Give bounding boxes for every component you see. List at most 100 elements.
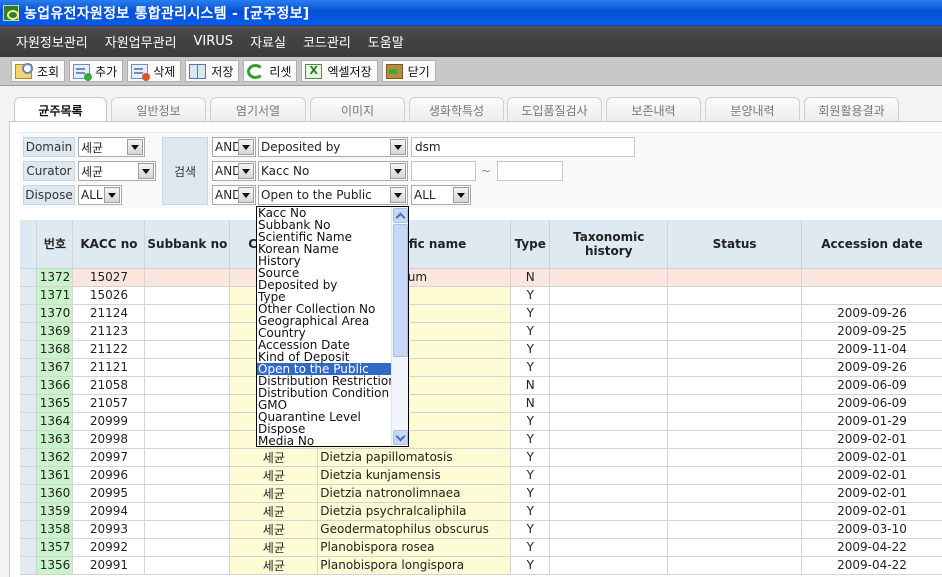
- status-cell[interactable]: [667, 286, 803, 305]
- status-cell[interactable]: [667, 412, 803, 431]
- row-number[interactable]: 1360: [36, 484, 74, 503]
- kacc-no-cell[interactable]: 20993: [72, 520, 146, 539]
- accession-date-cell[interactable]: 2009-04-22: [801, 556, 942, 575]
- scientific-name-cell[interactable]: Planobispora longispora: [317, 556, 512, 575]
- type-cell[interactable]: Y: [510, 286, 551, 305]
- taxonomic-history-cell[interactable]: [549, 358, 669, 377]
- row-header[interactable]: [20, 322, 38, 341]
- subbank-no-cell[interactable]: [144, 430, 231, 449]
- tab-member-usage[interactable]: 회원활용결과: [804, 97, 899, 122]
- subbank-no-cell[interactable]: [144, 556, 231, 575]
- chevron-down-icon[interactable]: [390, 139, 406, 155]
- chevron-down-icon[interactable]: [238, 187, 254, 203]
- accession-date-cell[interactable]: 2009-09-26: [801, 358, 942, 377]
- field-dropdown-list[interactable]: Kacc No Subbank No Scientific Name Korean N…: [256, 206, 409, 447]
- subbank-no-cell[interactable]: [144, 376, 231, 395]
- column-header[interactable]: Accession date: [801, 220, 942, 269]
- kacc-no-cell[interactable]: 20991: [72, 556, 146, 575]
- menu-library[interactable]: 자료실: [250, 32, 286, 51]
- type-cell[interactable]: Y: [510, 556, 551, 575]
- search-value-input-1[interactable]: dsm: [411, 137, 635, 157]
- search-button[interactable]: 조회: [11, 60, 66, 82]
- row-number[interactable]: 1364: [36, 412, 74, 431]
- excel-export-button[interactable]: 엑셀저장: [301, 60, 378, 82]
- table-row[interactable]: 136621058...sp.N2009-06-09: [20, 376, 942, 395]
- table-row[interactable]: 137021124...hironomiY2009-09-26: [20, 304, 942, 323]
- taxonomic-history-cell[interactable]: [549, 394, 669, 413]
- row-header[interactable]: [20, 466, 38, 485]
- kacc-no-cell[interactable]: 21057: [72, 394, 146, 413]
- row-number[interactable]: 1359: [36, 502, 74, 521]
- subbank-no-cell[interactable]: [144, 394, 231, 413]
- curator-cell[interactable]: 세균: [229, 520, 319, 539]
- status-cell[interactable]: [667, 520, 803, 539]
- type-cell[interactable]: Y: [510, 466, 551, 485]
- subbank-no-cell[interactable]: [144, 358, 231, 377]
- column-header[interactable]: Status: [667, 220, 803, 269]
- status-cell[interactable]: [667, 484, 803, 503]
- scroll-thumb[interactable]: [393, 224, 408, 357]
- chevron-down-icon[interactable]: [127, 139, 143, 155]
- scientific-name-cell[interactable]: Dietzia natronolimnaea: [317, 484, 512, 503]
- table-row[interactable]: 136420999...phylliY2009-01-29: [20, 412, 942, 431]
- type-cell[interactable]: Y: [510, 502, 551, 521]
- curator-cell[interactable]: 세균: [229, 484, 319, 503]
- subbank-no-cell[interactable]: [144, 538, 231, 557]
- row-number[interactable]: 1370: [36, 304, 74, 323]
- status-cell[interactable]: [667, 358, 803, 377]
- taxonomic-history-cell[interactable]: [549, 286, 669, 305]
- type-cell[interactable]: Y: [510, 448, 551, 467]
- curator-select[interactable]: 세균: [78, 161, 156, 181]
- chevron-down-icon[interactable]: [390, 163, 406, 179]
- table-row[interactable]: 136921123...rdusY2009-09-25: [20, 322, 942, 341]
- row-number[interactable]: 1363: [36, 430, 74, 449]
- table-row[interactable]: 1361 20996 세균 Dietzia kunjamensis Y 2009-02-0…: [20, 466, 942, 485]
- delete-button[interactable]: 삭제: [127, 60, 182, 82]
- tab-preservation-history[interactable]: 보존내력: [606, 97, 701, 122]
- table-row[interactable]: 136721121...otipulaeY2009-09-26: [20, 358, 942, 377]
- type-cell[interactable]: Y: [510, 484, 551, 503]
- status-cell[interactable]: [667, 340, 803, 359]
- type-cell[interactable]: Y: [510, 430, 551, 449]
- table-row[interactable]: 1362 20997 세균 Dietzia papillomatosis Y 2009-0…: [20, 448, 942, 467]
- status-cell[interactable]: [667, 376, 803, 395]
- subbank-no-cell[interactable]: [144, 268, 231, 287]
- row-header[interactable]: [20, 430, 38, 449]
- accession-date-cell[interactable]: 2009-03-10: [801, 520, 942, 539]
- accession-date-cell[interactable]: 2009-02-01: [801, 484, 942, 503]
- chevron-down-icon[interactable]: [390, 187, 406, 203]
- accession-date-cell[interactable]: 2009-04-22: [801, 538, 942, 557]
- taxonomic-history-cell[interactable]: [549, 340, 669, 359]
- tab-general-info[interactable]: 일반정보: [111, 97, 206, 122]
- row-header[interactable]: [20, 340, 38, 359]
- row-number[interactable]: 1356: [36, 556, 74, 575]
- dispose-select[interactable]: ALL: [78, 185, 122, 205]
- status-cell[interactable]: [667, 430, 803, 449]
- type-cell[interactable]: N: [510, 394, 551, 413]
- kacc-no-cell[interactable]: 15026: [72, 286, 146, 305]
- kacc-no-cell[interactable]: 21058: [72, 376, 146, 395]
- scientific-name-cell[interactable]: Dietzia psychralcaliphila: [317, 502, 512, 521]
- type-cell[interactable]: Y: [510, 322, 551, 341]
- subbank-no-cell[interactable]: [144, 286, 231, 305]
- status-cell[interactable]: [667, 268, 803, 287]
- chevron-down-icon[interactable]: [238, 163, 254, 179]
- accession-date-cell[interactable]: 2009-02-01: [801, 502, 942, 521]
- row-header[interactable]: [20, 358, 38, 377]
- table-row[interactable]: 1359 20994 세균 Dietzia psychralcaliphila Y 200…: [20, 502, 942, 521]
- type-cell[interactable]: N: [510, 268, 551, 287]
- range-from-input[interactable]: [411, 161, 476, 181]
- accession-date-cell[interactable]: 2009-02-01: [801, 448, 942, 467]
- row-header[interactable]: [20, 502, 38, 521]
- type-cell[interactable]: Y: [510, 412, 551, 431]
- type-cell[interactable]: Y: [510, 304, 551, 323]
- row-number[interactable]: 1358: [36, 520, 74, 539]
- accession-date-cell[interactable]: 2009-01-29: [801, 412, 942, 431]
- operator-select-3[interactable]: AND: [212, 185, 256, 205]
- scientific-name-cell[interactable]: Planobispora rosea: [317, 538, 512, 557]
- taxonomic-history-cell[interactable]: [549, 466, 669, 485]
- row-header[interactable]: [20, 268, 38, 287]
- row-header[interactable]: [20, 538, 38, 557]
- curator-cell[interactable]: 세균: [229, 466, 319, 485]
- kacc-no-cell[interactable]: 21123: [72, 322, 146, 341]
